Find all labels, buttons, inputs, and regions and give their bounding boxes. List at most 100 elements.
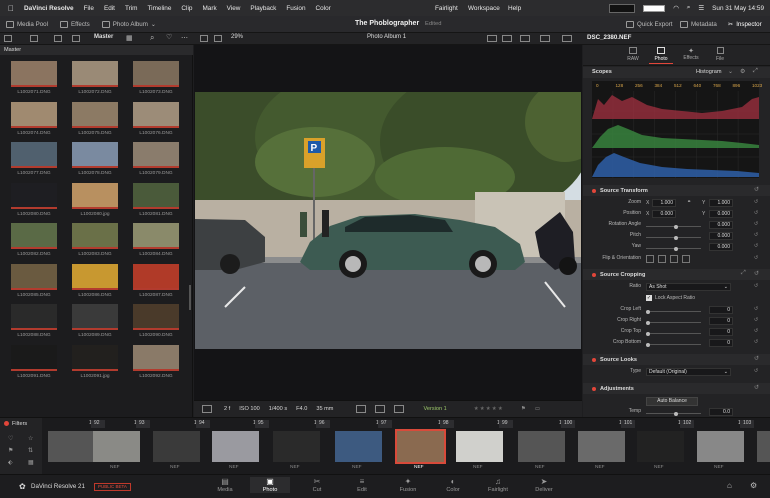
chevron-down-icon[interactable]: ⌄ bbox=[728, 68, 733, 75]
menu-mark[interactable]: Mark bbox=[202, 5, 216, 12]
photo-preview[interactable]: P bbox=[195, 92, 581, 349]
menu-timeline[interactable]: Timeline bbox=[148, 5, 172, 12]
bin-icon[interactable] bbox=[30, 35, 38, 42]
rotation-field[interactable]: 0.000 bbox=[709, 221, 733, 229]
filmstrip-item[interactable] bbox=[456, 431, 503, 462]
slider-knob[interactable] bbox=[646, 320, 650, 325]
menu-view[interactable]: View bbox=[227, 5, 241, 12]
more-icon[interactable]: ⋯ bbox=[181, 34, 188, 42]
position-y-field[interactable]: 0.000 bbox=[709, 210, 733, 218]
zoom-x-field[interactable]: 1.000 bbox=[652, 199, 676, 207]
metadata-button[interactable]: Metadata bbox=[674, 20, 723, 28]
tab-raw[interactable]: RAW bbox=[622, 47, 644, 62]
menu-color[interactable]: Color bbox=[316, 5, 331, 12]
flag-icon[interactable]: ⚑ bbox=[8, 447, 13, 454]
rotate-left-icon[interactable] bbox=[670, 255, 678, 263]
tag-icon[interactable]: ⬖ bbox=[8, 459, 13, 466]
home-icon[interactable]: ⌂ bbox=[727, 481, 732, 490]
status-item-bar[interactable] bbox=[643, 4, 666, 12]
zoom-level[interactable]: 29% bbox=[231, 34, 243, 40]
adjustments-header[interactable]: Adjustments bbox=[583, 383, 770, 394]
media-pool-button[interactable]: Media Pool bbox=[0, 20, 54, 28]
page-deliver[interactable]: ➤ Deliver bbox=[524, 477, 564, 493]
thumbnail-view-icon[interactable] bbox=[72, 35, 80, 42]
rating-stars[interactable]: ★★★★★ bbox=[474, 406, 504, 412]
source-transform-header[interactable]: Source Transform bbox=[583, 185, 770, 196]
app-menu[interactable]: DaVinci Resolve bbox=[24, 5, 74, 12]
slider-knob[interactable] bbox=[674, 224, 678, 229]
slider-knob[interactable] bbox=[674, 246, 678, 251]
media-thumbnail[interactable] bbox=[72, 304, 118, 330]
compare-icon[interactable] bbox=[394, 405, 405, 413]
media-thumbnail[interactable] bbox=[11, 263, 57, 290]
media-thumbnail[interactable] bbox=[72, 142, 118, 168]
wifi-icon[interactable]: ◠ bbox=[673, 4, 679, 12]
safe-area-icon[interactable] bbox=[520, 35, 530, 42]
source-looks-header[interactable]: Source Looks bbox=[583, 354, 770, 365]
grid-view-icon[interactable]: ▦ bbox=[126, 34, 133, 42]
yaw-slider[interactable] bbox=[646, 246, 701, 251]
menu-edit[interactable]: Edit bbox=[104, 5, 115, 12]
pitch-field[interactable]: 0.000 bbox=[709, 232, 733, 240]
filmstrip-item-selected[interactable] bbox=[395, 429, 446, 464]
fullscreen-icon[interactable] bbox=[562, 35, 572, 42]
media-thumbnail[interactable] bbox=[11, 304, 57, 330]
crop-top-field[interactable]: 0 bbox=[709, 328, 733, 336]
page-photo[interactable]: ▣ Photo bbox=[250, 477, 290, 493]
sort-icon[interactable]: ⇅ bbox=[28, 447, 33, 454]
page-media[interactable]: ▤ Media bbox=[205, 477, 245, 493]
scope-settings-icon[interactable]: ⚙ bbox=[740, 68, 745, 75]
media-thumbnail[interactable] bbox=[133, 182, 179, 209]
reset-icon[interactable]: ↺ bbox=[754, 368, 758, 374]
menu-workspace[interactable]: Workspace bbox=[468, 5, 500, 12]
settings-icon[interactable]: ⚙ bbox=[750, 481, 757, 490]
expand-icon[interactable]: ⤢ bbox=[753, 68, 758, 75]
quick-export-button[interactable]: Quick Export bbox=[620, 20, 678, 28]
yaw-field[interactable]: 0.000 bbox=[709, 243, 733, 251]
menu-trim[interactable]: Trim bbox=[125, 5, 138, 12]
page-color[interactable]: ◐ Color bbox=[433, 477, 473, 493]
reset-icon[interactable]: ↺ bbox=[754, 221, 758, 227]
menu-file[interactable]: File bbox=[84, 5, 94, 12]
link-icon[interactable]: ⚭ bbox=[687, 199, 691, 205]
viewer-layout-icon[interactable] bbox=[200, 35, 208, 42]
crop-bottom-slider[interactable] bbox=[646, 342, 701, 347]
scrollbar[interactable] bbox=[189, 285, 191, 310]
effects-button[interactable]: Effects bbox=[54, 20, 96, 28]
filmstrip-item[interactable] bbox=[578, 431, 625, 462]
media-thumbnail[interactable] bbox=[133, 142, 179, 168]
media-thumbnail[interactable] bbox=[11, 61, 57, 87]
look-type-dropdown[interactable]: Default (Original) ⌄ bbox=[646, 368, 731, 376]
media-thumbnail[interactable] bbox=[11, 142, 57, 168]
media-thumbnail[interactable] bbox=[11, 344, 57, 371]
filmstrip-item[interactable] bbox=[697, 431, 744, 462]
filmstrip-item[interactable] bbox=[757, 431, 770, 462]
tab-effects[interactable]: ✦ Effects bbox=[679, 47, 703, 61]
rotation-slider[interactable] bbox=[646, 224, 701, 229]
filmstrip-item[interactable] bbox=[48, 431, 95, 462]
reset-icon[interactable]: ↺ bbox=[754, 243, 758, 249]
favorite-icon[interactable]: ♡ bbox=[8, 435, 13, 442]
page-fusion[interactable]: ✦ Fusion bbox=[388, 477, 428, 493]
slider-knob[interactable] bbox=[646, 342, 650, 347]
clock[interactable]: Sun 31 May 14:59 bbox=[712, 5, 764, 12]
filters-label[interactable]: Filters bbox=[12, 421, 27, 427]
reset-icon[interactable]: ↺ bbox=[754, 199, 758, 205]
page-edit[interactable]: ≡ Edit bbox=[342, 477, 382, 493]
wipe-icon[interactable] bbox=[502, 35, 512, 42]
media-thumbnail[interactable] bbox=[72, 223, 118, 249]
reset-icon[interactable]: ↺ bbox=[754, 210, 758, 216]
filmstrip-item[interactable] bbox=[93, 431, 140, 462]
slider-knob[interactable] bbox=[674, 235, 678, 240]
crop-left-slider[interactable] bbox=[646, 309, 701, 314]
reset-icon[interactable]: ↺ bbox=[754, 384, 759, 391]
ratio-dropdown[interactable]: As Shot ⌄ bbox=[646, 283, 731, 291]
auto-balance-button[interactable]: Auto Balance bbox=[646, 397, 698, 406]
apple-icon[interactable]:  bbox=[8, 4, 14, 13]
crop-right-field[interactable]: 0 bbox=[709, 317, 733, 325]
star-filter-icon[interactable]: ☆ bbox=[28, 435, 33, 442]
filmstrip-item[interactable] bbox=[637, 431, 684, 462]
tab-file[interactable]: File bbox=[709, 47, 731, 62]
filmstrip-item[interactable] bbox=[335, 431, 382, 462]
search-icon[interactable]: ⌕ bbox=[687, 4, 691, 12]
